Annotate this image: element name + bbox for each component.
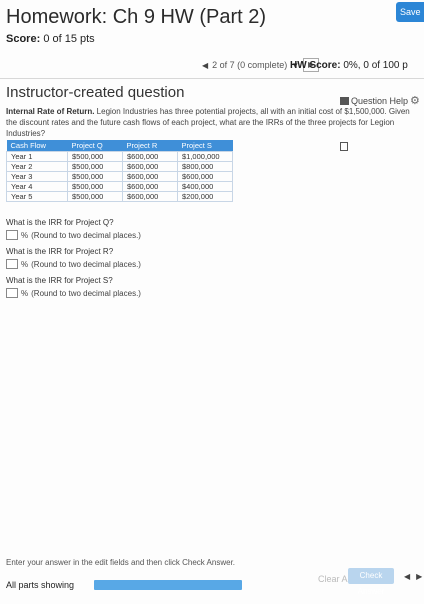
table-cell: $600,000	[122, 151, 178, 162]
answer-row-s: % (Round to two decimal places.)	[6, 288, 141, 298]
part-pager: ◀ ▶	[404, 572, 422, 581]
answer-row-q: % (Round to two decimal places.)	[6, 230, 141, 240]
table-header: Project R	[122, 140, 178, 152]
table-row: Year 4 $500,000 $600,000 $400,000	[6, 181, 233, 192]
table-header: Project Q	[67, 140, 123, 152]
table-row: Year 3 $500,000 $600,000 $600,000	[6, 171, 233, 182]
question-r-label: What is the IRR for Project R?	[6, 247, 114, 256]
instruction-text: Enter your answer in the edit fields and…	[6, 558, 236, 567]
table-cell: Year 3	[6, 171, 68, 182]
irr-s-input[interactable]	[6, 288, 18, 298]
table-cell: $600,000	[122, 171, 178, 182]
save-button[interactable]: Save	[396, 2, 424, 22]
homework-screen: Homework: Ch 9 HW (Part 2) Save Score: 0…	[0, 0, 424, 604]
parts-showing-label: All parts showing	[6, 580, 75, 590]
progress-bar	[94, 580, 242, 590]
question-progress: 2 of 7 (0 complete)	[212, 60, 288, 70]
question-s-label: What is the IRR for Project S?	[6, 276, 113, 285]
question-title: Instructor-created question	[6, 84, 185, 101]
score-value: 0 of 15 pts	[43, 33, 95, 45]
previous-question-icon[interactable]: ◀	[202, 61, 208, 70]
rounding-hint: (Round to two decimal places.)	[31, 288, 141, 298]
header-divider	[0, 78, 424, 79]
score-label: Score:	[6, 33, 41, 45]
table-header: Project S	[177, 140, 233, 152]
irr-r-input[interactable]	[6, 259, 18, 269]
table-cell: $500,000	[67, 191, 123, 202]
table-cell: $600,000	[122, 191, 178, 202]
table-cell: $800,000	[177, 161, 233, 172]
table-cell: $1,000,000	[177, 151, 233, 162]
score: Score: 0 of 15 pts	[6, 33, 95, 45]
answer-row-r: % (Round to two decimal places.)	[6, 259, 141, 269]
table-cell: Year 4	[6, 181, 68, 192]
unit-label: %	[21, 230, 29, 240]
next-part-icon[interactable]: ▶	[416, 572, 422, 581]
help-list-icon	[340, 97, 349, 105]
unit-label: %	[21, 288, 29, 298]
table-row: Year 2 $500,000 $600,000 $800,000	[6, 161, 233, 172]
rounding-hint: (Round to two decimal places.)	[31, 230, 141, 240]
table-cell: $500,000	[67, 181, 123, 192]
question-prompt: Internal Rate of Return. Legion Industri…	[6, 106, 416, 139]
previous-part-icon[interactable]: ◀	[404, 572, 410, 581]
table-cell: $500,000	[67, 151, 123, 162]
copy-data-icon[interactable]	[340, 142, 348, 151]
unit-label: %	[21, 259, 29, 269]
table-row: Year 1 $500,000 $600,000 $1,000,000	[6, 151, 233, 162]
table-cell: $200,000	[177, 191, 233, 202]
irr-q-input[interactable]	[6, 230, 18, 240]
prompt-bold: Internal Rate of Return.	[6, 107, 95, 116]
page-title: Homework: Ch 9 HW (Part 2)	[6, 6, 267, 28]
hw-score-value: 0%, 0 of 100 p	[343, 60, 408, 71]
question-q-label: What is the IRR for Project Q?	[6, 218, 114, 227]
table-cell: Year 5	[6, 191, 68, 202]
hw-score-label: HW Score:	[290, 60, 341, 71]
clear-all-button[interactable]: Clear All	[318, 574, 352, 584]
table-cell: $500,000	[67, 171, 123, 182]
hw-score: HW Score: 0%, 0 of 100 p	[290, 60, 408, 71]
table-header-row: Cash Flow Project Q Project R Project S	[6, 140, 233, 152]
table-header: Cash Flow	[6, 140, 68, 152]
table-cell: Year 1	[6, 151, 68, 162]
table-cell: Year 2	[6, 161, 68, 172]
question-help-label: Question Help	[351, 96, 409, 106]
table-row: Year 5 $500,000 $600,000 $200,000	[6, 191, 233, 202]
table-cell: $400,000	[177, 181, 233, 192]
check-answer-button[interactable]: Check Answer	[348, 568, 394, 596]
cash-flow-table: Cash Flow Project Q Project R Project S …	[6, 140, 233, 202]
question-help[interactable]: Question Help	[340, 96, 408, 106]
rounding-hint: (Round to two decimal places.)	[31, 259, 141, 269]
table-cell: $500,000	[67, 161, 123, 172]
table-cell: $600,000	[122, 161, 178, 172]
table-cell: $600,000	[177, 171, 233, 182]
table-cell: $600,000	[122, 181, 178, 192]
